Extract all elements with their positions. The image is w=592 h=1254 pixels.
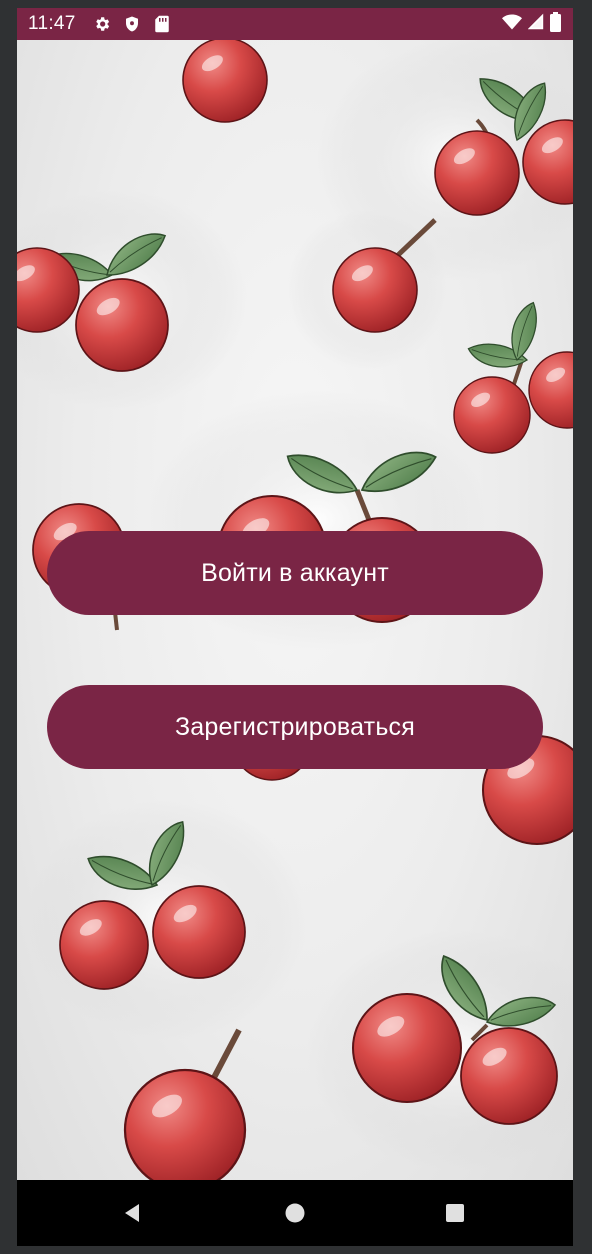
register-button[interactable]: Зарегистрироваться <box>47 685 543 769</box>
status-right-icons <box>502 11 561 37</box>
navigation-bar <box>17 1180 573 1246</box>
battery-icon <box>550 11 561 37</box>
phone-screen: 11:47 Войти в аккаунт Зарегистрироваться <box>17 8 573 1246</box>
gear-icon <box>92 14 112 34</box>
cell-signal-icon <box>527 13 544 36</box>
back-icon[interactable] <box>117 1198 147 1228</box>
recents-icon[interactable] <box>440 1198 470 1228</box>
status-time: 11:47 <box>28 13 76 34</box>
home-icon[interactable] <box>280 1198 310 1228</box>
sd-card-icon <box>152 14 172 34</box>
status-bar: 11:47 <box>17 8 573 40</box>
device-frame: 11:47 Войти в аккаунт Зарегистрироваться <box>0 0 592 1254</box>
wifi-icon <box>502 13 522 36</box>
login-button[interactable]: Войти в аккаунт <box>47 531 543 615</box>
app-content: Войти в аккаунт Зарегистрироваться <box>17 40 573 1180</box>
shield-icon <box>122 14 142 34</box>
